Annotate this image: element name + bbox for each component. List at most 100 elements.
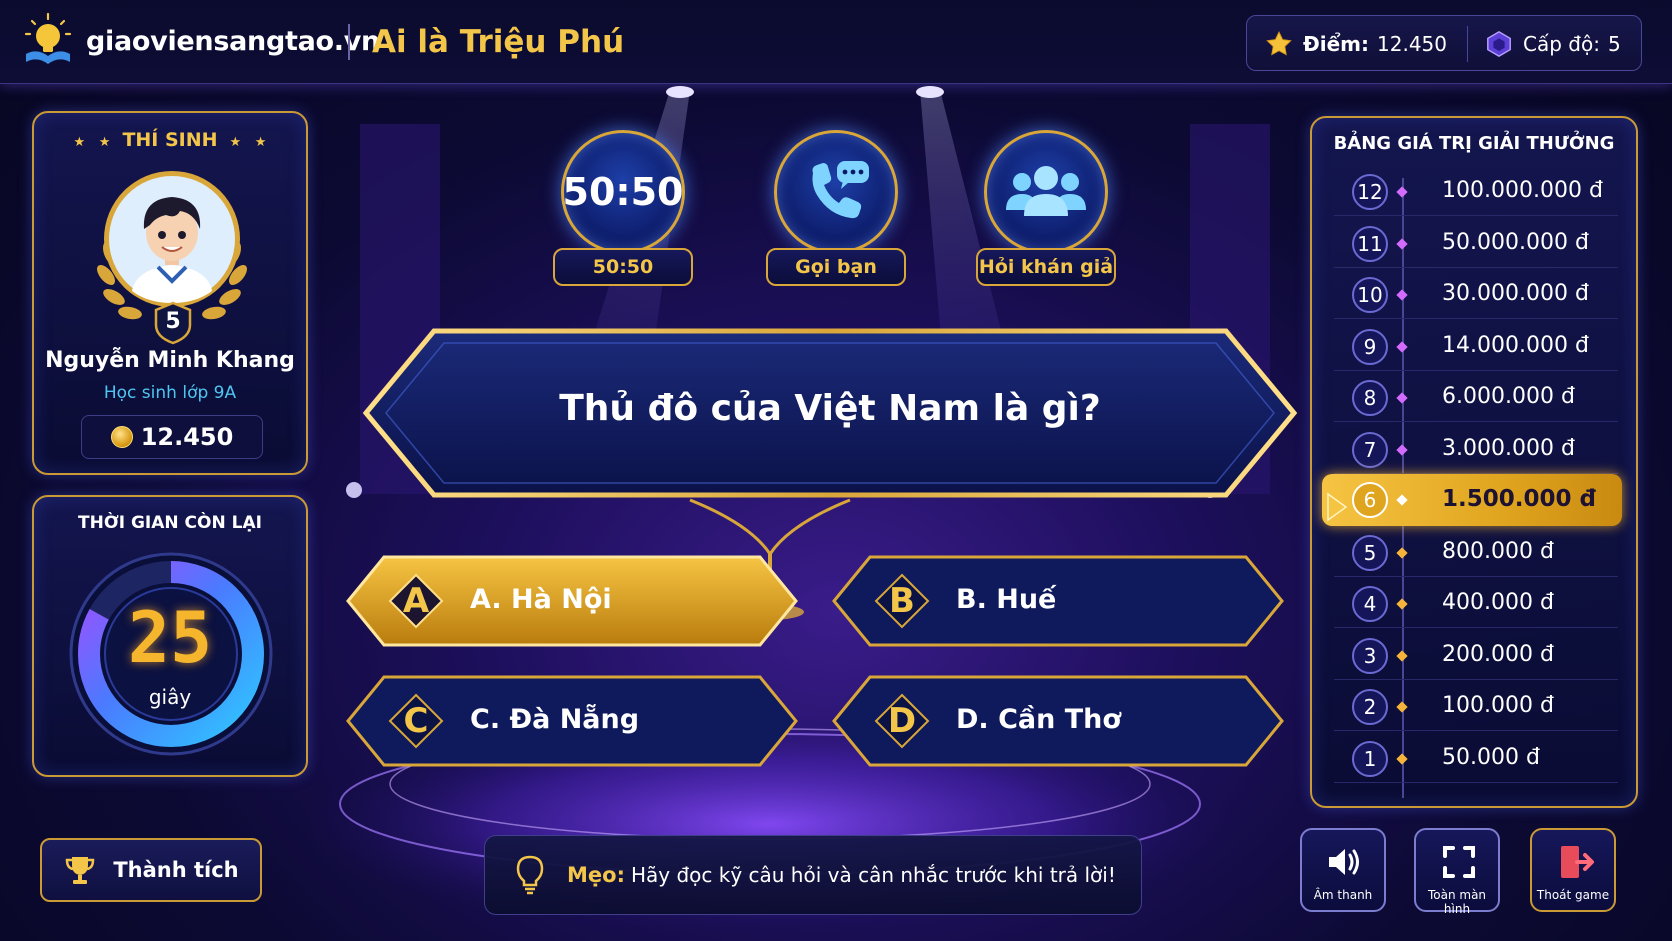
answer-a[interactable]: A A. Hà Nội	[344, 553, 800, 649]
player-level: 5	[165, 309, 181, 334]
player-class: Học sinh lớp 9A	[103, 383, 237, 403]
prize-amount: 50.000.000 đ	[1442, 229, 1589, 255]
answer-a-letter: A	[402, 581, 430, 621]
prize-diamond-icon	[1396, 494, 1408, 506]
lifeline-5050-label[interactable]: 50:50	[553, 248, 693, 286]
lifeline-5050-circle[interactable]: 50:50	[561, 130, 685, 254]
prize-amount: 100.000.000 đ	[1442, 178, 1603, 203]
prize-diamond-icon	[1396, 289, 1408, 301]
prize-amount: 100.000 đ	[1442, 693, 1554, 718]
prize-amount: 400.000 đ	[1442, 590, 1554, 615]
coin-icon	[110, 426, 133, 448]
answer-b-text: B. Huế	[956, 584, 1057, 615]
prize-diamond-icon	[1396, 392, 1408, 404]
prize-amount: 30.000.000 đ	[1442, 281, 1589, 306]
phone-icon	[812, 161, 869, 219]
coin-value: 12.450	[140, 423, 234, 451]
stats-box: Điểm: 12.450 Cấp độ: 5	[1246, 15, 1642, 71]
player-panel: ★ ★ THÍ SINH ★ ★ 5 Nguyễn Minh Khang Học…	[32, 111, 308, 475]
answer-c[interactable]: C C. Đà Nẵng	[344, 673, 800, 769]
coin-balance: 12.450	[81, 415, 263, 459]
prize-level-number: 8	[1352, 380, 1388, 416]
prize-diamond-icon	[1396, 546, 1408, 559]
current-level-arrow-icon	[1327, 492, 1348, 522]
prize-level-number: 3	[1352, 637, 1388, 674]
prize-amount: 50.000 đ	[1442, 744, 1540, 770]
answer-c-text: C. Đà Nẵng	[470, 704, 640, 735]
prize-amount: 6.000.000 đ	[1442, 384, 1575, 409]
fullscreen-button[interactable]: Toàn màn hình	[1414, 828, 1500, 916]
tip-bar: Mẹo: Hãy đọc kỹ câu hỏi và cân nhắc trướ…	[484, 835, 1142, 915]
lightbulb-book-logo-icon	[24, 12, 72, 64]
sound-button[interactable]: Âm thanh	[1300, 828, 1386, 912]
fifty-fifty-icon: 50:50	[562, 170, 684, 214]
fullscreen-icon	[1443, 846, 1475, 878]
answer-b[interactable]: B B. Huế	[830, 553, 1286, 649]
sound-label: Âm thanh	[1313, 888, 1373, 902]
speaker-icon	[1329, 849, 1359, 875]
timer-panel: THỜI GIAN CÒN LẠI 25 giây	[32, 495, 308, 777]
prize-level-row: 4 400.000 đ	[1334, 578, 1618, 628]
exit-label: Thoát game	[1536, 888, 1610, 902]
prize-level-number: 2	[1352, 689, 1388, 725]
prize-level-number: 6	[1352, 482, 1388, 518]
achievements-button[interactable]: Thành tích	[40, 838, 262, 902]
brand-name[interactable]: giaoviensangtao.vn	[86, 26, 380, 57]
answer-d-letter: D	[887, 701, 917, 741]
prize-diamond-icon	[1396, 649, 1408, 662]
score-label: Điểm:	[1303, 32, 1370, 56]
prize-amount: 14.000.000 đ	[1442, 332, 1589, 358]
prize-amount: 800.000 đ	[1442, 538, 1554, 564]
prize-level-row: 5 800.000 đ	[1334, 527, 1618, 577]
lifeline-phone-label[interactable]: Gọi bạn	[766, 248, 906, 286]
prize-level-row: 8 6.000.000 đ	[1334, 372, 1618, 422]
timer-unit: giây	[148, 685, 192, 709]
prize-level-row: 10 30.000.000 đ	[1334, 269, 1618, 319]
fullscreen-label: Toàn màn hình	[1427, 888, 1487, 916]
prize-level-number: 4	[1352, 586, 1388, 622]
prize-level-number: 7	[1352, 431, 1388, 468]
star-icon	[1265, 30, 1293, 58]
header-divider	[348, 24, 350, 60]
answer-c-letter: C	[403, 701, 429, 741]
lifeline-phone-friend[interactable]: Gọi bạn	[766, 130, 906, 290]
player-heading: ★ ★ THÍ SINH ★ ★	[34, 129, 306, 151]
game-title: Ai là Triệu Phú	[372, 24, 625, 60]
question-box: Thủ đô của Việt Nam là gì?	[360, 325, 1300, 500]
prize-diamond-icon	[1396, 598, 1408, 610]
lifeline-audience-label[interactable]: Hỏi khán giả	[976, 248, 1116, 286]
prize-diamond-icon	[1396, 186, 1408, 198]
tip-text: Hãy đọc kỹ câu hỏi và cân nhắc trước khi…	[630, 863, 1116, 887]
lifeline-ask-audience[interactable]: Hỏi khán giả	[976, 130, 1116, 290]
prize-level-number: 12	[1352, 174, 1388, 210]
prize-amount: 1.500.000 đ	[1442, 486, 1596, 512]
prize-level-number: 10	[1352, 277, 1388, 313]
exit-game-button[interactable]: Thoát game	[1530, 828, 1616, 912]
achievements-label: Thành tích	[113, 858, 239, 882]
lifeline-audience-circle[interactable]	[984, 130, 1108, 254]
prize-diamond-icon	[1396, 701, 1408, 713]
lifeline-5050[interactable]: 50:50 50:50	[553, 130, 693, 290]
answer-d-text: D. Cần Thơ	[956, 704, 1121, 735]
prize-level-row: 9 14.000.000 đ	[1334, 321, 1618, 371]
prize-amount: 3.000.000 đ	[1442, 435, 1575, 461]
level-stat: Cấp độ: 5	[1485, 30, 1621, 58]
hexagon-badge-icon	[1485, 30, 1513, 58]
answer-d[interactable]: D D. Cần Thơ	[830, 673, 1286, 769]
prize-amount: 200.000 đ	[1442, 641, 1554, 667]
lifeline-phone-circle[interactable]	[774, 130, 898, 254]
prize-diamond-icon	[1396, 443, 1408, 456]
trophy-icon	[66, 857, 95, 884]
level-value: 5	[1607, 32, 1621, 56]
timer-heading: THỜI GIAN CÒN LẠI	[78, 513, 262, 533]
stars-right-icon: ★ ★	[229, 135, 267, 150]
prize-ladder-panel: BẢNG GIÁ TRỊ GIẢI THƯỞNG 12 100.000.000 đ…	[1310, 116, 1638, 808]
prize-level-row: 3 200.000 đ	[1334, 630, 1618, 680]
prize-level-row: 1 50.000 đ	[1334, 733, 1618, 783]
answer-a-text: A. Hà Nội	[470, 584, 612, 615]
score-value: 12.450	[1377, 32, 1447, 56]
prize-level-current: 6 1.500.000 đ	[1322, 474, 1622, 526]
score-stat: Điểm: 12.450	[1265, 30, 1447, 58]
prize-level-number: 5	[1352, 534, 1388, 571]
stars-left-icon: ★ ★	[73, 135, 111, 150]
